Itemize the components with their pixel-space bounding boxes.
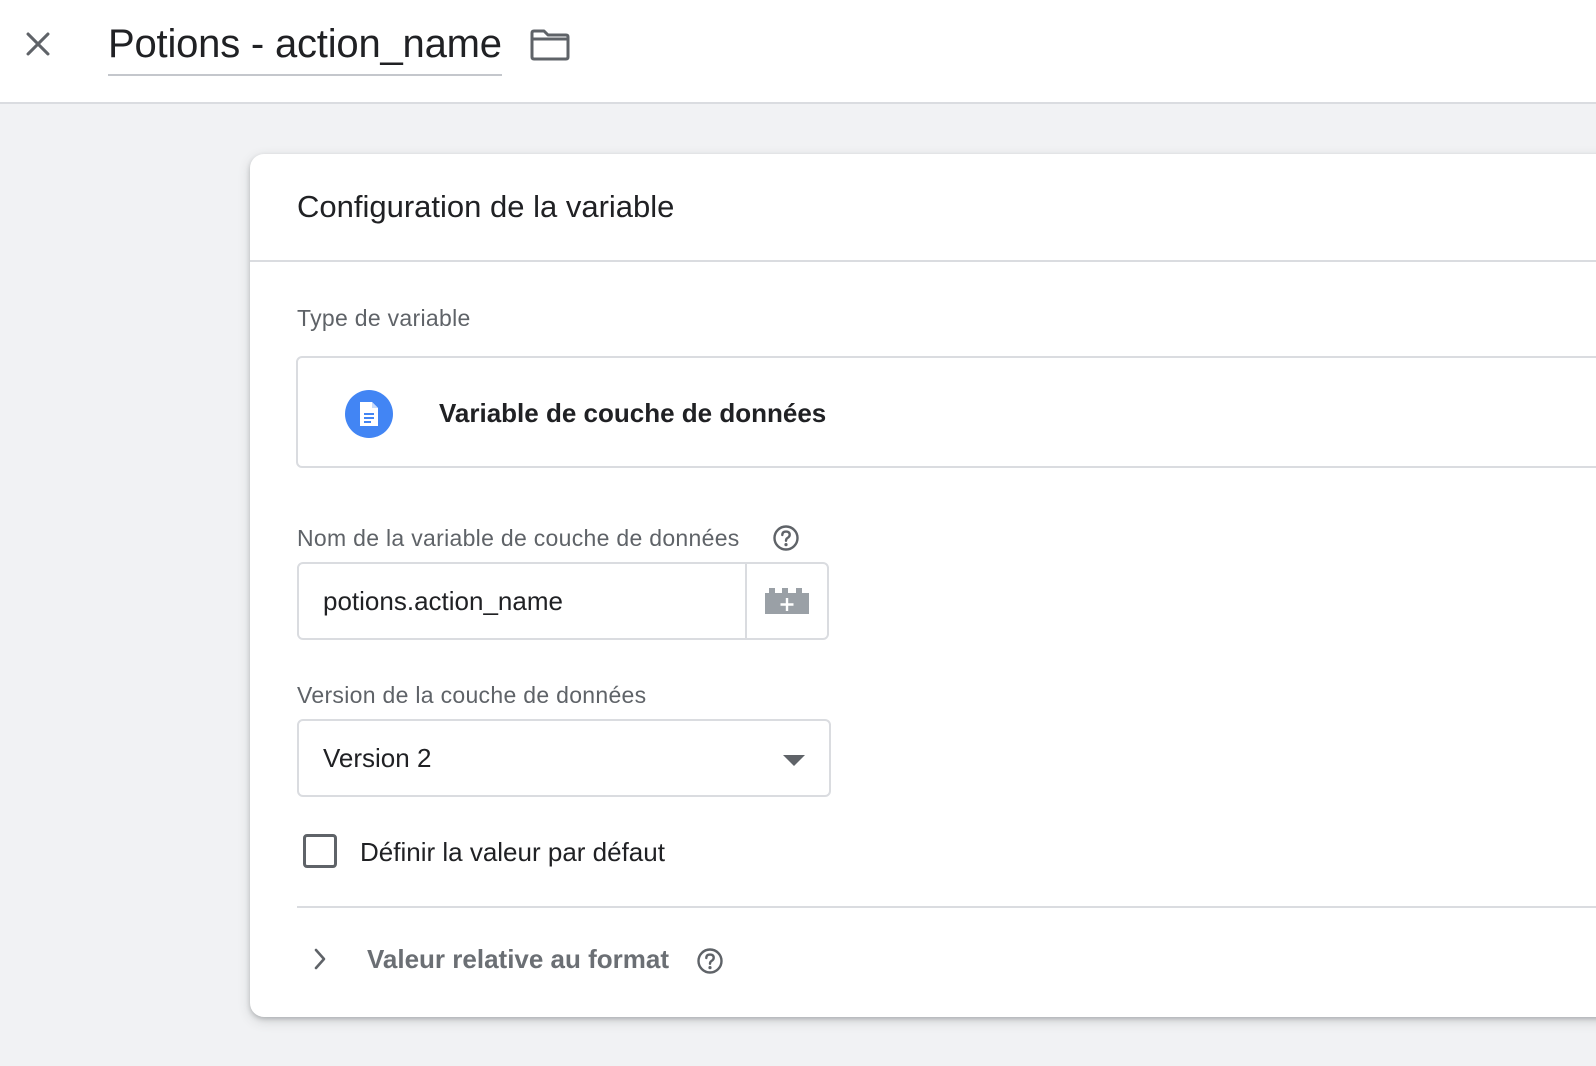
- datalayer-name-field: [297, 562, 829, 640]
- card-header: Configuration de la variable: [250, 154, 1596, 262]
- folder-icon: [530, 29, 570, 61]
- close-button[interactable]: [14, 20, 62, 68]
- variable-type-selector[interactable]: Variable de couche de données: [296, 356, 1596, 468]
- close-icon: [26, 32, 50, 56]
- datalayer-version-label: Version de la couche de données: [297, 682, 647, 708]
- card-title: Configuration de la variable: [297, 189, 675, 224]
- top-bar: Potions - action_name: [0, 0, 1596, 104]
- datalayer-name-label: Nom de la variable de couche de données: [297, 525, 740, 551]
- variable-configuration-card: Configuration de la variable Type de var…: [250, 154, 1596, 1017]
- insert-variable-button[interactable]: [745, 564, 827, 638]
- default-value-checkbox[interactable]: [303, 834, 337, 868]
- folder-button[interactable]: [524, 22, 576, 68]
- dropdown-arrow-icon: [783, 755, 805, 766]
- variable-title[interactable]: Potions - action_name: [108, 22, 502, 66]
- format-value-expander[interactable]: Valeur relative au format: [297, 934, 757, 986]
- help-icon[interactable]: [772, 524, 800, 552]
- document-icon: [345, 390, 393, 438]
- chevron-right-icon: [314, 948, 326, 970]
- datalayer-version-select[interactable]: Version 2: [297, 719, 831, 797]
- datalayer-version-value: Version 2: [323, 743, 432, 773]
- section-divider: [297, 906, 1596, 908]
- add-variable-icon: [765, 588, 809, 614]
- datalayer-name-input[interactable]: [299, 564, 745, 638]
- help-icon[interactable]: [696, 947, 724, 975]
- variable-type-name: Variable de couche de données: [439, 398, 827, 428]
- title-field[interactable]: Potions - action_name: [108, 18, 502, 76]
- format-value-label: Valeur relative au format: [367, 944, 670, 974]
- variable-type-label: Type de variable: [297, 305, 471, 331]
- default-value-label[interactable]: Définir la valeur par défaut: [360, 835, 665, 869]
